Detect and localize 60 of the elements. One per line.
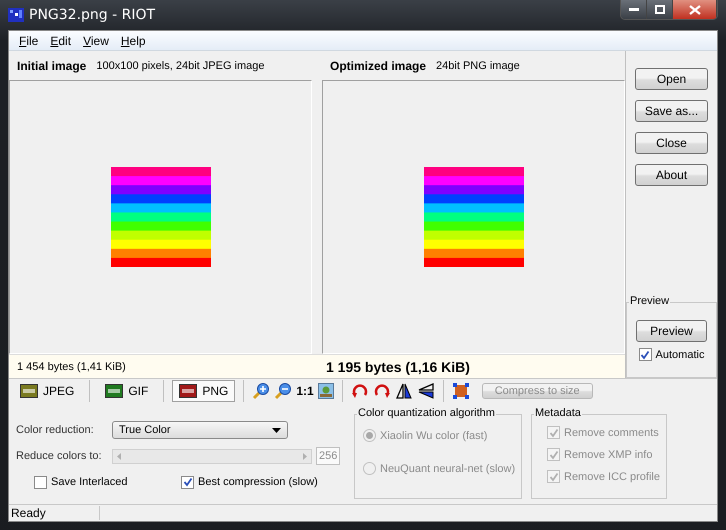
right-arrow-icon [303, 452, 307, 460]
group-title: Metadata [534, 407, 582, 419]
group-title: Color quantization algorithm [357, 407, 496, 419]
status-text: Ready [11, 506, 100, 520]
group-title: Preview [629, 295, 670, 307]
checkbox[interactable] [181, 476, 194, 488]
maximize-icon [654, 5, 664, 14]
image-info: 24bit PNG image [436, 60, 520, 72]
minimize-icon [628, 8, 638, 12]
flip-horizontal-icon[interactable] [394, 382, 413, 400]
side-button[interactable]: Close [635, 132, 708, 154]
rotate-right-icon[interactable] [372, 382, 391, 400]
flip-vertical-icon[interactable] [416, 382, 435, 400]
zoom-in-icon[interactable] [252, 382, 270, 400]
field-label: Reduce colors to: [16, 450, 103, 462]
file-format-icon [105, 384, 124, 398]
preview-button[interactable]: Preview [636, 320, 707, 342]
dropdown[interactable]: True Color [112, 421, 288, 439]
image-info: 100x100 pixels, 24bit JPEG image [96, 60, 265, 72]
close-button[interactable] [673, 0, 717, 19]
zoom-out-icon[interactable] [274, 382, 292, 400]
actual-size-button[interactable]: 1:1 [296, 384, 314, 398]
checkbox-label: Remove comments [564, 426, 659, 438]
menu-item[interactable]: View [77, 34, 115, 48]
checkbox-label: Remove ICC profile [564, 470, 660, 482]
left-arrow-icon [117, 452, 121, 460]
file-size: 1 454 bytes (1,41 KiB) [16, 360, 127, 372]
field-label: Color reduction: [16, 424, 95, 436]
crop-icon[interactable] [452, 382, 470, 400]
file-format-icon [20, 384, 38, 398]
format-tab[interactable]: GIF [98, 380, 156, 402]
radio-label: NeuQuant neural-net (slow) [380, 462, 516, 474]
radio-label: Xiaolin Wu color (fast) [380, 430, 488, 442]
format-tab[interactable]: JPEG [13, 380, 82, 402]
image-label: Optimized image [330, 58, 426, 72]
value-field: 256 [316, 447, 340, 465]
checkbox-label: Automatic [656, 348, 704, 360]
caret-icon [272, 428, 281, 432]
side-button[interactable]: Open [635, 68, 708, 90]
side-button[interactable]: Save as... [635, 100, 708, 122]
close-icon [688, 4, 700, 14]
image-label: Initial image [17, 58, 86, 72]
format-tab[interactable]: PNG [172, 380, 236, 402]
checkbox[interactable] [34, 476, 47, 488]
file-size: 1 195 bytes (1,16 KiB) [326, 358, 470, 374]
menu-item[interactable]: File [13, 34, 44, 48]
menu-item[interactable]: Help [114, 34, 152, 48]
checkbox-label: Save Interlaced [51, 476, 128, 488]
window-title: PNG32.png - RIOT [29, 7, 156, 23]
image-icon[interactable] [318, 383, 334, 399]
file-format-icon [179, 384, 198, 398]
app-icon [8, 8, 24, 22]
side-button[interactable]: About [635, 164, 708, 186]
menu-item[interactable]: Edit [44, 34, 78, 48]
rotate-left-icon[interactable] [350, 382, 369, 400]
checkbox-label: Remove XMP info [564, 448, 652, 460]
checkbox[interactable] [638, 348, 652, 361]
maximize-button[interactable] [647, 0, 673, 19]
checkbox-label: Best compression (slow) [198, 476, 318, 488]
minimize-button[interactable] [621, 0, 647, 19]
